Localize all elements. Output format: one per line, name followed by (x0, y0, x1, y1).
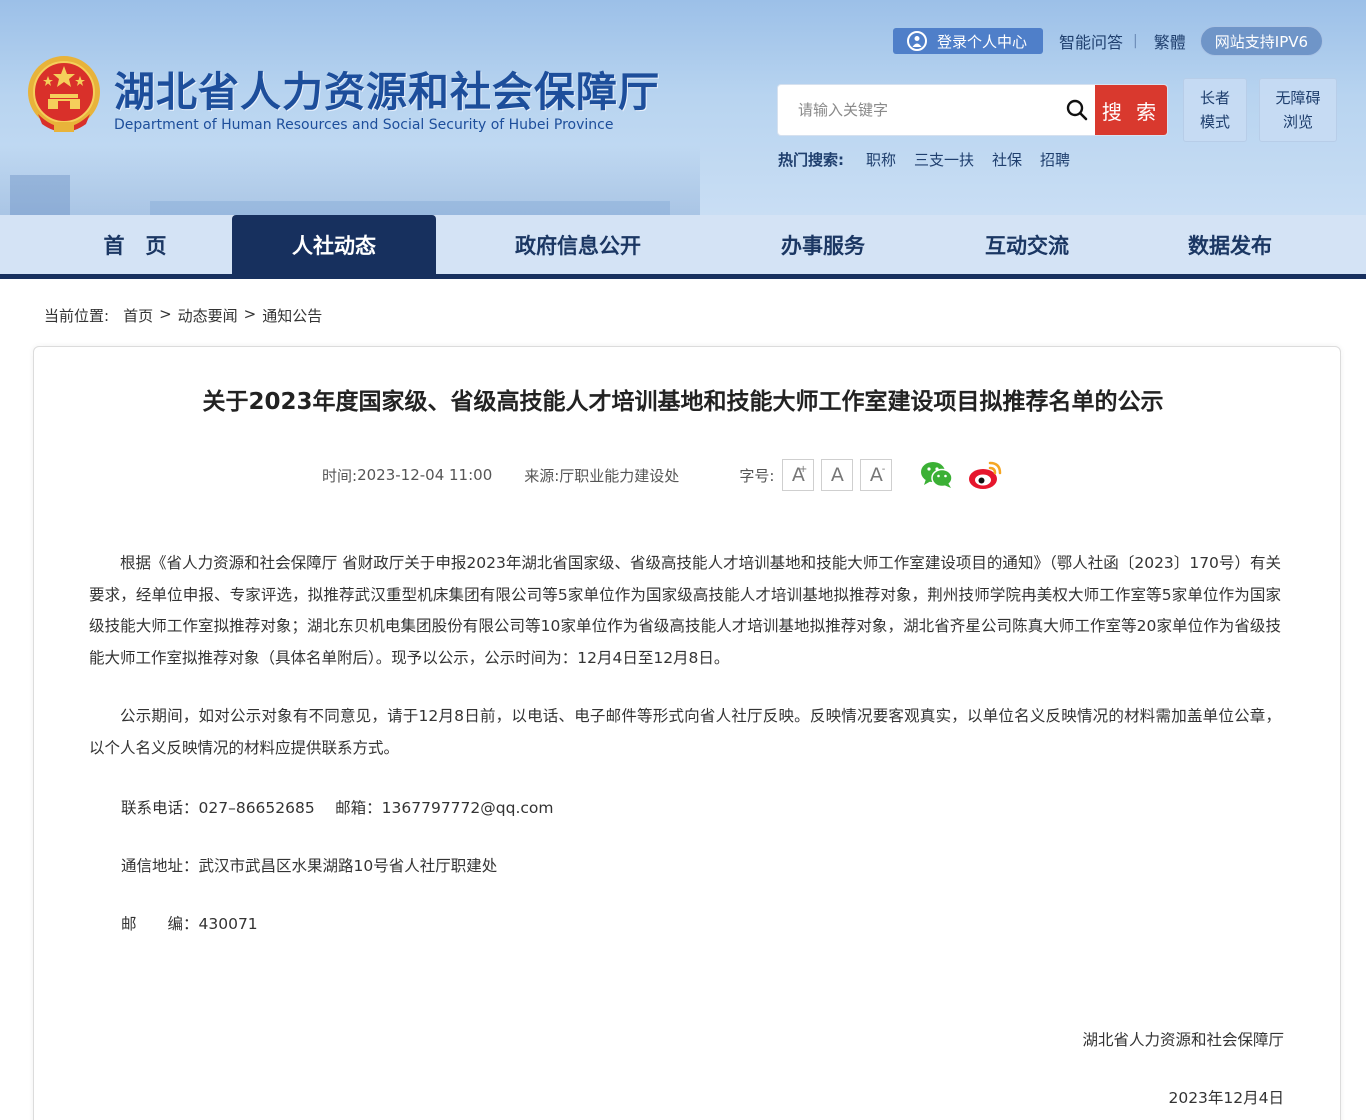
font-decrease-mark: - (881, 464, 886, 475)
search-icon[interactable] (1059, 85, 1095, 135)
login-button[interactable]: 登录个人中心 (893, 28, 1044, 54)
accessibility-label-line2: 浏览 (1282, 113, 1313, 131)
font-default-button[interactable]: A (821, 459, 854, 491)
nav-services[interactable]: 办事服务 (720, 215, 926, 274)
nav-hrss-news[interactable]: 人社动态 (232, 215, 436, 274)
font-default-glyph: A (830, 464, 844, 486)
hot-search: 热门搜索: 职称 三支一扶 社保 招聘 (778, 149, 1088, 170)
contact-phone-email: 联系电话：027–86652685 邮箱：1367797772@qq.com (121, 799, 554, 817)
font-increase-button[interactable]: A + (782, 459, 815, 491)
breadcrumb-news[interactable]: 动态要闻 (178, 305, 238, 326)
article-paragraph: 公示期间，如对公示对象有不同意见，请于12月8日前，以电话、电子邮件等形式向省人… (89, 707, 1281, 757)
accessibility-button[interactable]: 无障碍 浏览 (1259, 78, 1337, 142)
publish-time: 2023-12-04 11:00 (357, 466, 493, 484)
time-label: 时间: (322, 466, 358, 485)
main-nav: 首 页 人社动态 政府信息公开 办事服务 互动交流 数据发布 (0, 215, 1366, 279)
article-paragraph: 根据《省人力资源和社会保障厅 省财政厅关于申报2023年湖北省国家级、省级高技能… (89, 554, 1281, 667)
user-icon (907, 31, 927, 51)
article-title: 关于2023年度国家级、省级高技能人才培训基地和技能大师工作室建设项目拟推荐名单… (202, 389, 1164, 415)
hot-search-label: 热门搜索: (778, 151, 844, 169)
article-meta: 时间: 2023-12-04 11:00 来源: 厅职业能力建设处 字号: A +… (322, 459, 1003, 491)
accessibility-label-line1: 无障碍 (1275, 89, 1321, 107)
hot-search-item[interactable]: 职称 (866, 149, 896, 170)
article-body: 根据《省人力资源和社会保障厅 省财政厅关于申报2023年湖北省国家级、省级高技能… (89, 548, 1281, 764)
nav-gov-info[interactable]: 政府信息公开 (470, 215, 686, 274)
breadcrumb-home[interactable]: 首页 (123, 305, 153, 326)
nav-data-release[interactable]: 数据发布 (1128, 215, 1332, 274)
nav-bottom-bar (0, 274, 1366, 279)
font-size-label: 字号: (739, 466, 775, 485)
hot-search-item[interactable]: 三支一扶 (914, 149, 974, 170)
hot-search-item[interactable]: 社保 (992, 149, 1022, 170)
signature: 湖北省人力资源和社会保障厅 (1082, 1031, 1284, 1049)
hot-search-item[interactable]: 招聘 (1040, 149, 1070, 170)
signature-date: 2023年12月4日 (1168, 1089, 1284, 1107)
breadcrumb-separator: > (159, 305, 172, 323)
contact-address: 通信地址：武汉市武昌区水果湖路10号省人社厅职建处 (121, 857, 498, 875)
breadcrumb-label: 当前位置: (44, 307, 110, 325)
font-increase-mark: + (798, 464, 808, 475)
font-decrease-button[interactable]: A- (860, 459, 893, 491)
elder-mode-button[interactable]: 长者 模式 (1183, 78, 1247, 142)
contact-postcode: 邮 编：430071 (121, 915, 258, 933)
breadcrumb: 当前位置: 首页 > 动态要闻 > 通知公告 (44, 305, 322, 326)
search-bar: 搜 索 (777, 84, 1168, 136)
ipv6-badge: 网站支持IPV6 (1199, 26, 1324, 56)
traditional-chinese-link[interactable]: 繁體 (1154, 29, 1186, 53)
elder-mode-label-line1: 长者 (1199, 89, 1230, 107)
weibo-icon[interactable] (967, 459, 1003, 491)
site-title: 湖北省人力资源和社会保障厅 (114, 68, 660, 116)
top-divider: | (1133, 33, 1138, 49)
wechat-icon[interactable] (919, 459, 955, 491)
site-header: 湖北省人力资源和社会保障厅 Department of Human Resour… (0, 0, 1366, 215)
breadcrumb-notices[interactable]: 通知公告 (262, 305, 322, 326)
top-links-bar: 登录个人中心 智能问答 | 繁體 网站支持IPV6 (893, 26, 1324, 56)
nav-interaction[interactable]: 互动交流 (926, 215, 1128, 274)
search-input[interactable] (778, 85, 1059, 135)
elder-mode-label-line2: 模式 (1199, 113, 1230, 131)
source-label: 来源: (524, 466, 560, 485)
login-label: 登录个人中心 (937, 32, 1028, 51)
national-emblem-icon (28, 56, 100, 132)
search-button[interactable]: 搜 索 (1095, 85, 1167, 135)
header-background-cityscape (0, 145, 700, 215)
site-subtitle: Department of Human Resources and Social… (114, 117, 614, 133)
article-source: 厅职业能力建设处 (559, 466, 680, 485)
smart-qa-link[interactable]: 智能问答 (1059, 29, 1123, 53)
breadcrumb-separator: > (243, 305, 257, 323)
nav-home[interactable]: 首 页 (38, 215, 232, 274)
